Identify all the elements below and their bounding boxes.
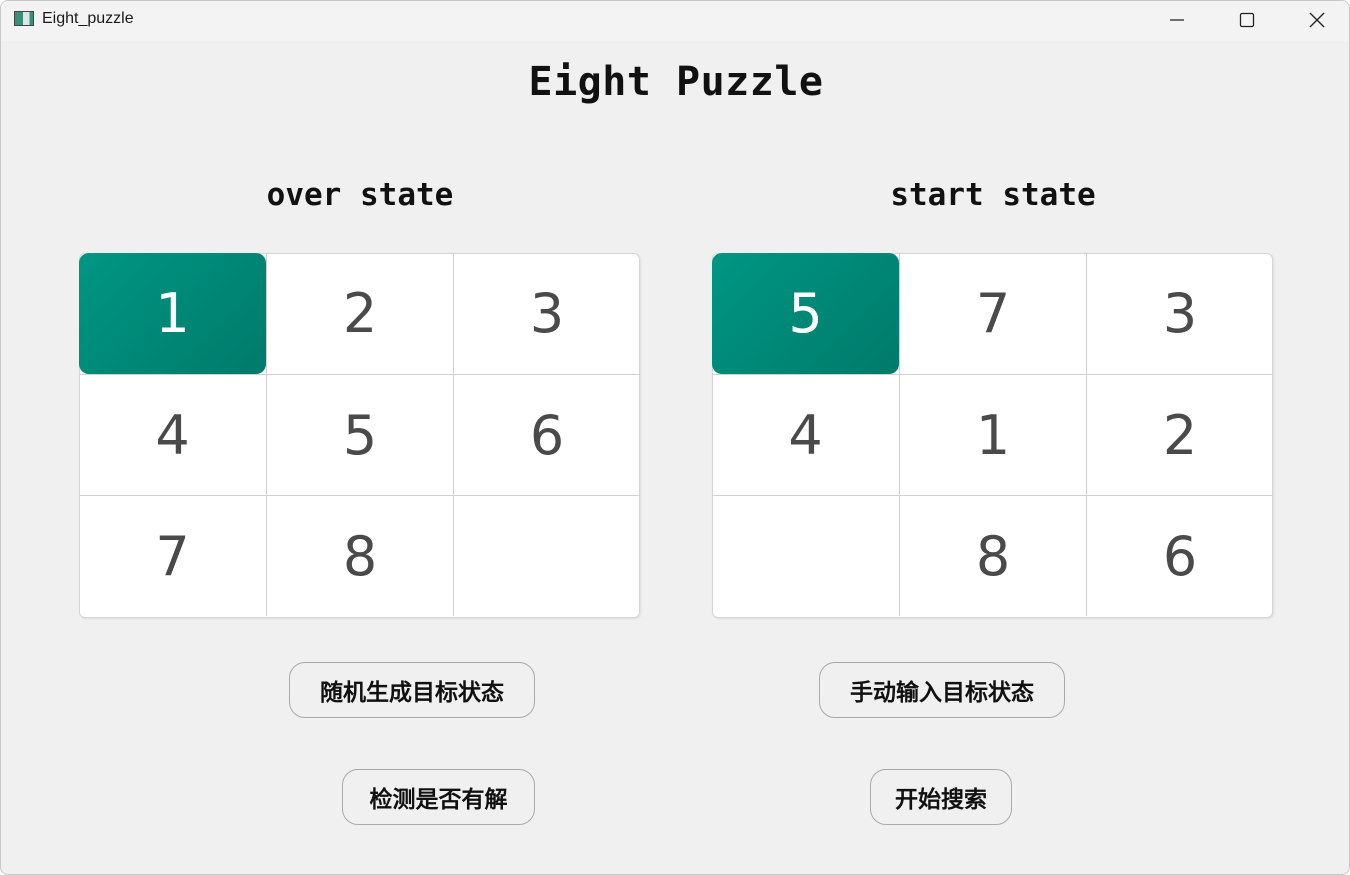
close-button[interactable] (1282, 1, 1349, 39)
start-state-grid: 573 41286 (712, 253, 1273, 618)
start-state-tile-2-3[interactable]: 2 (1086, 374, 1273, 495)
random-target-button[interactable]: 随机生成目标状态 (289, 662, 535, 718)
minimize-button[interactable] (1142, 1, 1212, 39)
title-bar: Eight_puzzle (1, 1, 1349, 41)
start-state-tile-2-1[interactable]: 4 (712, 374, 899, 495)
start-state-tile-1-3[interactable]: 3 (1086, 253, 1273, 374)
window-title: Eight_puzzle (42, 10, 134, 27)
app-window: Eight_puzzle Eight Puzzle over state sta… (0, 0, 1350, 875)
start-state-tile-3-3[interactable]: 6 (1086, 495, 1273, 616)
start-state-tile-3-2[interactable]: 8 (899, 495, 1086, 616)
start-state-tile-1-1[interactable]: 5 (712, 253, 899, 374)
over-state-tile-2-1[interactable]: 4 (79, 374, 266, 495)
check-solvable-button[interactable]: 检测是否有解 (342, 769, 535, 825)
close-icon (1309, 12, 1325, 28)
start-state-tile-3-1[interactable] (712, 495, 899, 616)
over-state-tile-1-3[interactable]: 3 (453, 253, 640, 374)
start-search-button[interactable]: 开始搜索 (870, 769, 1012, 825)
over-state-tile-1-2[interactable]: 2 (266, 253, 453, 374)
manual-target-button[interactable]: 手动输入目标状态 (819, 662, 1065, 718)
over-state-tile-3-1[interactable]: 7 (79, 495, 266, 616)
start-state-tile-1-2[interactable]: 7 (899, 253, 1086, 374)
maximize-button[interactable] (1212, 1, 1282, 39)
over-state-tile-1-1[interactable]: 1 (79, 253, 266, 374)
over-state-tile-3-2[interactable]: 8 (266, 495, 453, 616)
page-title: Eight Puzzle (528, 59, 824, 105)
over-state-tile-2-3[interactable]: 6 (453, 374, 640, 495)
over-state-grid: 123 456 78 (79, 253, 640, 618)
app-icon (14, 11, 34, 26)
start-state-tile-2-2[interactable]: 1 (899, 374, 1086, 495)
start-state-title: start state (890, 177, 1096, 213)
over-state-tile-2-2[interactable]: 5 (266, 374, 453, 495)
maximize-icon (1239, 12, 1255, 28)
over-state-title: over state (266, 177, 454, 213)
over-state-tile-3-3[interactable] (453, 495, 640, 616)
minimize-icon (1170, 19, 1184, 21)
